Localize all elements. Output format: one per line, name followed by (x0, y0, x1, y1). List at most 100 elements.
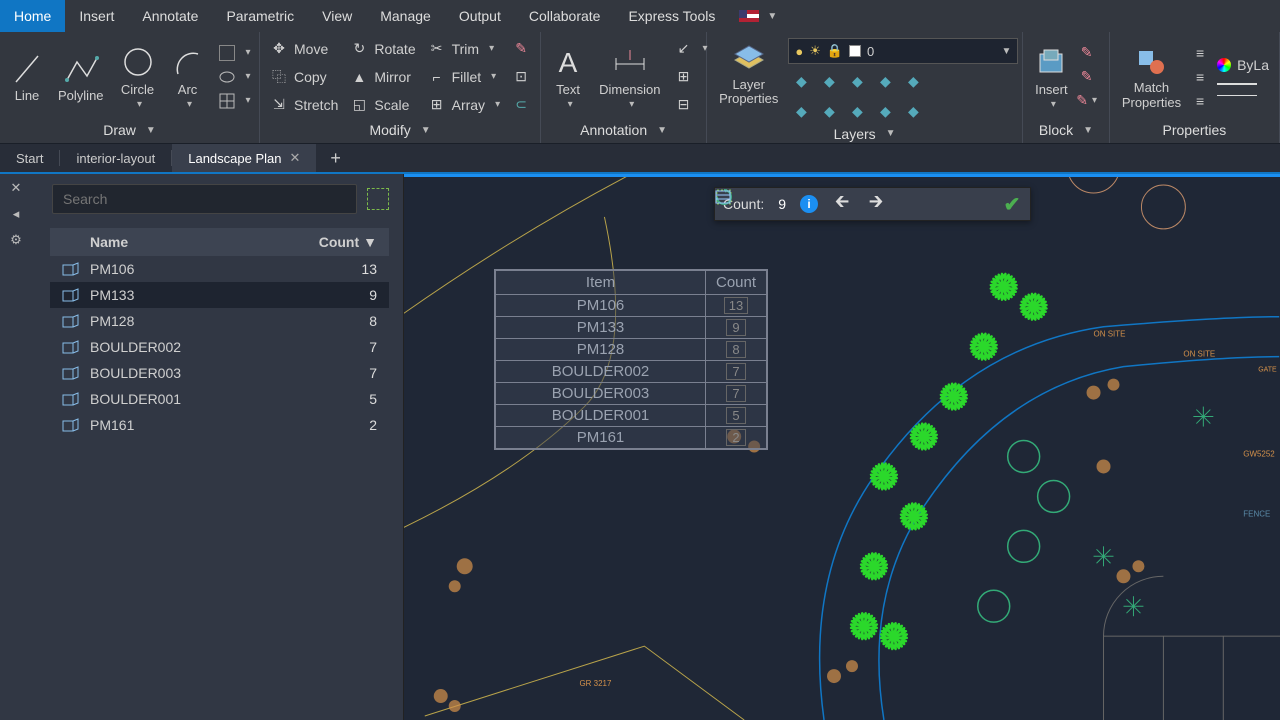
count-list-row[interactable]: PM10613 (50, 256, 389, 282)
close-tab-icon[interactable]: ✕ (289, 150, 300, 166)
count-list-row[interactable]: BOULDER0015 (50, 386, 389, 412)
search-input[interactable] (52, 184, 357, 214)
copy-button[interactable]: ⿻Copy (266, 66, 342, 88)
prop-tool-1[interactable]: ≡ (1191, 44, 1209, 62)
file-tab-start[interactable]: Start (0, 144, 59, 172)
prop-tool-3[interactable]: ≡ (1191, 92, 1209, 110)
col-header-name[interactable]: Name (90, 234, 319, 250)
ct-header-count: Count (706, 271, 767, 295)
new-tab-button[interactable]: + (316, 144, 355, 172)
layer-tool-4[interactable]: ◆ (876, 72, 894, 90)
close-panel-icon[interactable]: ✕ (11, 180, 22, 196)
panel-draw-label[interactable]: Draw▼ (0, 117, 259, 143)
ct-item-cell: PM161 (496, 427, 706, 449)
settings-panel-icon[interactable]: ⚙ (10, 232, 22, 248)
tab-insert[interactable]: Insert (65, 0, 128, 32)
row-count: 8 (369, 313, 377, 329)
layer-tool-8[interactable]: ◆ (848, 102, 866, 120)
tab-output[interactable]: Output (445, 0, 515, 32)
erase-button[interactable]: ✎ (508, 38, 534, 60)
panel-properties-label[interactable]: Properties (1110, 117, 1279, 143)
row-name: PM128 (90, 313, 369, 329)
layer-properties-button[interactable]: Layer Properties (713, 38, 784, 109)
dimension-button[interactable]: Dimension▾ (593, 42, 666, 112)
lightbulb-icon: ● (795, 44, 803, 59)
match-properties-button[interactable]: Match Properties (1116, 41, 1187, 112)
panel-layers-label[interactable]: Layers▼ (707, 124, 1022, 143)
drawing-canvas[interactable]: GR 3217 ON SITE ON SITE FENCE GW5252 GAT… (404, 174, 1280, 720)
select-area-icon[interactable] (367, 188, 389, 210)
block-tool-1[interactable]: ✎ (1078, 44, 1096, 62)
tab-manage[interactable]: Manage (366, 0, 445, 32)
bylayer-color[interactable]: ByLa (1213, 55, 1273, 75)
ct-count-cell: 9 (706, 317, 767, 339)
tab-home[interactable]: Home (0, 0, 65, 32)
table-insert-icon[interactable] (968, 194, 988, 214)
layer-tool-6[interactable]: ◆ (792, 102, 810, 120)
move-button[interactable]: ✥Move (266, 38, 342, 60)
layer-name: 0 (867, 44, 874, 59)
svg-text:ON SITE: ON SITE (1183, 350, 1215, 359)
linetype-select[interactable] (1213, 93, 1273, 98)
array-button[interactable]: ⊞Array▾ (424, 94, 504, 116)
row-count: 13 (361, 261, 377, 277)
layer-tool-3[interactable]: ◆ (848, 72, 866, 90)
mtext-button[interactable]: ⊟ (671, 94, 712, 116)
count-list-row[interactable]: PM1612 (50, 412, 389, 438)
count-list-row[interactable]: BOULDER0037 (50, 360, 389, 386)
text-button[interactable]: AText▾ (547, 42, 589, 112)
count-panel: Name Count ▼ PM10613PM1339PM1288BOULDER0… (32, 174, 404, 720)
trim-button[interactable]: ✂Trim▾ (424, 38, 504, 60)
panel-modify-label[interactable]: Modify▼ (260, 117, 540, 143)
count-list-row[interactable]: BOULDER0027 (50, 334, 389, 360)
panel-block-label[interactable]: Block▼ (1023, 117, 1109, 143)
count-list-row[interactable]: PM1339 (50, 282, 389, 308)
col-header-count[interactable]: Count ▼ (319, 234, 377, 250)
scale-button[interactable]: ◱Scale (346, 94, 419, 116)
arc-button[interactable]: Arc▾ (166, 42, 210, 112)
line-button[interactable]: Line (6, 48, 48, 105)
dock-panel-icon[interactable]: ◂ (13, 206, 20, 222)
stretch-button[interactable]: ⇲Stretch (266, 94, 342, 116)
layer-tool-5[interactable]: ◆ (904, 72, 922, 90)
ellipse-button[interactable]: ▾ (214, 66, 255, 88)
mirror-button[interactable]: ▲Mirror (346, 66, 419, 88)
layer-tool-1[interactable]: ◆ (792, 72, 810, 90)
canvas-count-table[interactable]: ItemCount PM10613PM1339PM1288BOULDER0027… (494, 269, 768, 450)
polyline-button[interactable]: Polyline (52, 48, 110, 105)
row-count: 5 (369, 391, 377, 407)
block-tool-3[interactable]: ✎▾ (1078, 92, 1096, 110)
explode-button[interactable]: ⊡ (508, 66, 534, 88)
prop-tool-2[interactable]: ≡ (1191, 68, 1209, 86)
rectangle-button[interactable]: ▾ (214, 42, 255, 64)
table-button[interactable]: ⊞ (671, 66, 712, 88)
circle-button[interactable]: Circle▾ (114, 42, 162, 112)
svg-text:GATE: GATE (1258, 367, 1277, 374)
layer-tool-2[interactable]: ◆ (820, 72, 838, 90)
file-tab-interior[interactable]: interior-layout (60, 144, 171, 172)
tab-collaborate[interactable]: Collaborate (515, 0, 615, 32)
layer-tool-7[interactable]: ◆ (820, 102, 838, 120)
tab-parametric[interactable]: Parametric (212, 0, 308, 32)
file-tab-landscape[interactable]: Landscape Plan✕ (172, 144, 316, 172)
offset-button[interactable]: ⊂ (508, 94, 534, 116)
fillet-button[interactable]: ⌐Fillet▾ (424, 66, 504, 88)
lineweight-select[interactable] (1213, 81, 1273, 87)
block-tool-2[interactable]: ✎ (1078, 68, 1096, 86)
rotate-button[interactable]: ↻Rotate (346, 38, 419, 60)
tab-locale-flag[interactable]: ▼ (729, 0, 787, 32)
layer-tool-10[interactable]: ◆ (904, 102, 922, 120)
layer-dropdown[interactable]: ● ☀ 🔒 0 ▼ (788, 38, 1018, 64)
leader-button[interactable]: ↙▾ (671, 38, 712, 60)
count-list-row[interactable]: PM1288 (50, 308, 389, 334)
panel-annotation-label[interactable]: Annotation▼ (541, 117, 706, 143)
insert-block-button[interactable]: Insert▾ (1029, 42, 1074, 112)
ct-count-cell: 7 (706, 361, 767, 383)
layer-tool-9[interactable]: ◆ (876, 102, 894, 120)
tab-view[interactable]: View (308, 0, 366, 32)
block-icon (62, 261, 82, 277)
row-count: 9 (369, 287, 377, 303)
tab-annotate[interactable]: Annotate (128, 0, 212, 32)
hatch-button[interactable]: ▾ (214, 90, 255, 112)
tab-express-tools[interactable]: Express Tools (614, 0, 729, 32)
